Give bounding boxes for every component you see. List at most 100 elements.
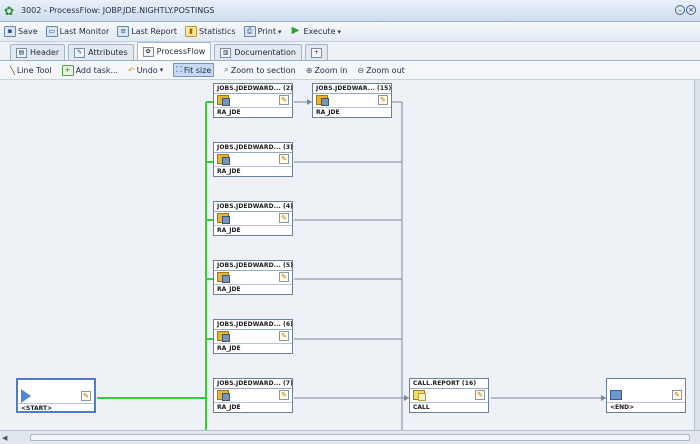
end-node[interactable]: ✎ <END>: [606, 378, 686, 413]
print-button[interactable]: ⎙ Print ▾: [243, 26, 282, 37]
job-icon: [217, 154, 230, 165]
tab-label: Documentation: [234, 48, 296, 57]
edit-icon[interactable]: ✎: [279, 390, 289, 400]
scrollbar-thumb[interactable]: [30, 434, 690, 441]
undo-button[interactable]: ↶ Undo ▾: [128, 66, 163, 75]
horizontal-scrollbar[interactable]: ◀: [0, 430, 700, 444]
node-label: <START>: [21, 405, 53, 412]
tab-label: ProcessFlow: [156, 47, 206, 56]
edit-icon[interactable]: ✎: [279, 272, 289, 282]
tab-attributes[interactable]: ✎ Attributes: [68, 44, 134, 60]
add-task-label: Add task...: [75, 65, 119, 75]
line-tool-label: Line Tool: [16, 65, 52, 75]
zoom-to-section-label: Zoom to section: [230, 65, 296, 75]
node-title: JOBS.JDEDWAR... (15): [316, 85, 392, 92]
fit-size-icon: ⛶: [176, 65, 182, 74]
zoom-in-label: Zoom in: [314, 65, 348, 75]
edit-icon[interactable]: ✎: [672, 390, 682, 400]
save-button[interactable]: ▪ Save: [4, 26, 38, 37]
node-title: JOBS.JDEDWARD... (5): [217, 262, 293, 269]
task-node-2[interactable]: JOBS.JDEDWARD... (2) ✎ RA_JDE: [213, 83, 293, 118]
edit-icon[interactable]: ✎: [378, 95, 388, 105]
edit-icon[interactable]: ✎: [475, 390, 485, 400]
node-title: JOBS.JDEDWARD... (2): [217, 85, 293, 92]
attributes-icon: ✎: [74, 47, 86, 58]
node-label: CALL: [413, 404, 430, 411]
vertical-scrollbar[interactable]: [694, 80, 700, 430]
save-label: Save: [18, 27, 38, 36]
zoom-out-button[interactable]: ⊖ Zoom out: [357, 66, 404, 75]
edit-icon[interactable]: ✎: [279, 331, 289, 341]
window-controls: – ×: [675, 5, 696, 15]
node-label: RA_JDE: [217, 345, 241, 352]
window-titlebar: ✿ 3002 - ProcessFlow: JOBP.JDE.NIGHTLY.P…: [0, 0, 700, 22]
task-node-3[interactable]: JOBS.JDEDWARD... (3) ✎ RA_JDE: [213, 142, 293, 177]
add-task-icon: +: [61, 64, 74, 76]
window-title: 3002 - ProcessFlow: JOBP.JDE.NIGHTLY.POS…: [21, 6, 215, 15]
processflow-icon: ✿: [142, 46, 154, 57]
play-icon: ▶: [291, 25, 300, 36]
add-task-button[interactable]: + Add task...: [61, 64, 119, 76]
start-icon: [21, 389, 31, 403]
last-report-button[interactable]: ≡ Last Report: [117, 26, 177, 37]
report-icon: ≡: [117, 26, 130, 37]
task-node-16[interactable]: CALL.REPORT (16) ✎ CALL: [409, 378, 489, 413]
node-label: RA_JDE: [217, 227, 241, 234]
minimize-icon[interactable]: –: [675, 5, 685, 15]
tab-add[interactable]: +: [304, 44, 328, 60]
job-icon: [217, 213, 230, 224]
chevron-down-icon[interactable]: ▾: [160, 66, 164, 74]
scroll-left-icon[interactable]: ◀: [2, 434, 7, 442]
job-icon: [217, 331, 230, 342]
fit-size-label: Fit size: [183, 65, 212, 75]
task-node-6[interactable]: JOBS.JDEDWARD... (6) ✎ RA_JDE: [213, 319, 293, 354]
task-node-5[interactable]: JOBS.JDEDWARD... (5) ✎ RA_JDE: [213, 260, 293, 295]
tab-documentation[interactable]: ▥ Documentation: [214, 44, 302, 60]
save-icon: ▪: [4, 26, 16, 37]
connection-lines: [97, 99, 606, 430]
last-monitor-button[interactable]: ▭ Last Monitor: [45, 26, 109, 37]
tab-strip: ▤ Header ✎ Attributes ✿ ProcessFlow ▥ Do…: [0, 42, 700, 61]
job-icon: [217, 95, 230, 106]
processflow-toolbar: ╲ Line Tool + Add task... ↶ Undo ▾ ⛶ Fit…: [0, 61, 700, 80]
edit-icon[interactable]: ✎: [279, 213, 289, 223]
node-label: RA_JDE: [316, 109, 340, 116]
undo-label: Undo: [136, 65, 158, 75]
zoom-to-section-button[interactable]: ⌕ Zoom to section: [224, 65, 295, 75]
statistics-button[interactable]: ▮ Statistics: [185, 26, 236, 37]
chevron-down-icon[interactable]: ▾: [338, 28, 342, 36]
close-icon[interactable]: ×: [686, 5, 696, 15]
edit-icon[interactable]: ✎: [81, 391, 91, 401]
job-icon: [217, 272, 230, 283]
main-toolbar: ▪ Save ▭ Last Monitor ≡ Last Report ▮ St…: [0, 22, 700, 42]
execute-button[interactable]: ▶ Execute ▾: [290, 25, 342, 37]
processflow-canvas[interactable]: ✎ <START> JOBS.JDEDWARD... (2) ✎ RA_JDE …: [0, 80, 700, 430]
task-node-4[interactable]: JOBS.JDEDWARD... (4) ✎ RA_JDE: [213, 201, 293, 236]
node-title: JOBS.JDEDWARD... (7): [217, 380, 293, 387]
task-node-15[interactable]: JOBS.JDEDWAR... (15) ✎ RA_JDE: [312, 83, 392, 118]
zoom-in-button[interactable]: ⊕ Zoom in: [306, 66, 348, 75]
print-label: Print: [257, 27, 276, 36]
edit-icon[interactable]: ✎: [279, 95, 289, 105]
statistics-icon: ▮: [185, 26, 197, 37]
tab-header[interactable]: ▤ Header: [10, 44, 66, 60]
zoom-in-icon: ⊕: [305, 65, 313, 75]
start-node[interactable]: ✎ <START>: [16, 378, 96, 413]
line-tool-button[interactable]: ╲ Line Tool: [10, 66, 52, 75]
fit-size-button[interactable]: ⛶ Fit size: [173, 63, 215, 77]
node-title: JOBS.JDEDWARD... (6): [217, 321, 293, 328]
end-icon: [610, 390, 622, 400]
chevron-down-icon[interactable]: ▾: [278, 28, 282, 36]
task-node-7[interactable]: JOBS.JDEDWARD... (7) ✎ RA_JDE: [213, 378, 293, 413]
node-label: <END>: [610, 404, 635, 411]
execute-label: Execute: [303, 27, 336, 36]
printer-icon: ⎙: [243, 26, 256, 37]
edit-icon[interactable]: ✎: [279, 154, 289, 164]
job-icon: [217, 390, 230, 401]
tab-label: Attributes: [88, 48, 128, 57]
tab-processflow[interactable]: ✿ ProcessFlow: [136, 42, 212, 60]
node-title: JOBS.JDEDWARD... (3): [217, 144, 293, 151]
line-tool-icon: ╲: [10, 65, 15, 75]
header-icon: ▤: [16, 47, 27, 58]
node-label: RA_JDE: [217, 109, 241, 116]
